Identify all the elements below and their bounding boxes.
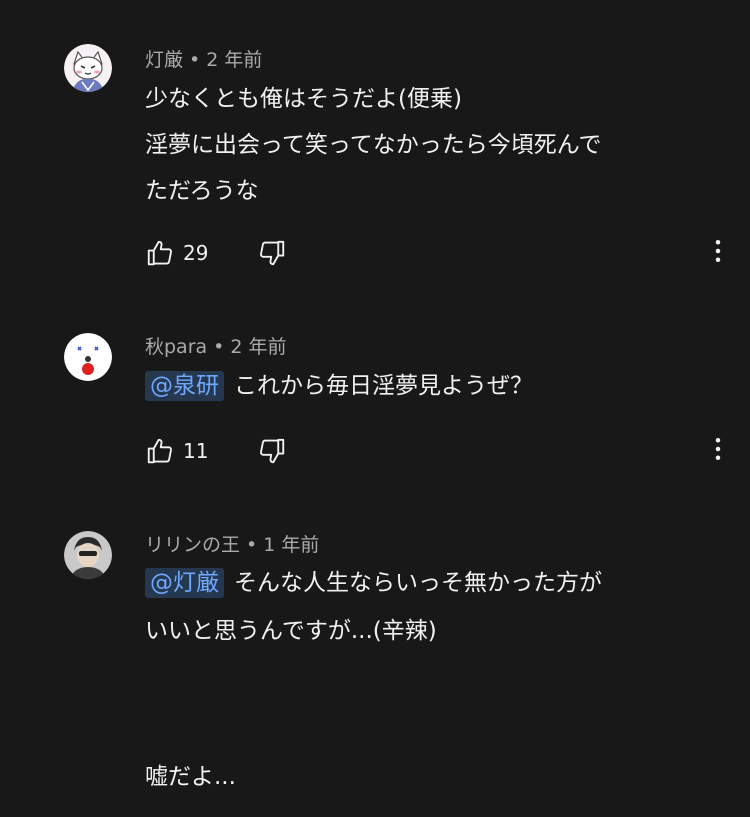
- like-count: 11: [183, 439, 209, 463]
- thumbs-down-icon: [260, 438, 285, 464]
- like-count: 29: [183, 241, 209, 265]
- avatar[interactable]: [64, 44, 112, 92]
- character-avatar-icon: [64, 531, 112, 579]
- comment-meta: 灯厳 • 2 年前: [145, 48, 262, 72]
- dislike-button[interactable]: [257, 238, 287, 272]
- comment-text-line: @灯厳 そんな人生ならいっそ無かった方が: [145, 568, 602, 598]
- meta-separator: •: [246, 534, 258, 556]
- comment-text-line: ただろうな: [145, 178, 259, 204]
- avatar[interactable]: [64, 531, 112, 579]
- comment-text-line: @泉研 これから毎日淫夢見ようぜ？: [145, 371, 533, 401]
- comment-text-line: いいと思うんですが...(辛辣): [145, 618, 437, 644]
- comment-time[interactable]: 2 年前: [230, 336, 286, 358]
- comment-actions: 29: [145, 238, 735, 268]
- comment-actions: 11: [145, 436, 735, 466]
- comment-text-line: 少なくとも俺はそうだよ(便乗): [145, 86, 462, 112]
- comment-text: そんな人生ならいっそ無かった方が: [234, 570, 602, 596]
- comment-text-line: 淫夢に出会って笑ってなかったら今頃死んで: [145, 132, 602, 158]
- like-button[interactable]: [145, 436, 175, 470]
- author-name[interactable]: リリンの王: [145, 534, 240, 556]
- author-name[interactable]: 灯厳: [145, 49, 183, 71]
- comment-text: これから毎日淫夢見ようぜ？: [234, 373, 533, 399]
- more-actions-button[interactable]: [703, 434, 733, 468]
- comment-time[interactable]: 2 年前: [206, 49, 262, 71]
- author-name[interactable]: 秋para: [145, 336, 207, 358]
- meta-separator: •: [189, 49, 201, 71]
- avatar[interactable]: [64, 333, 112, 381]
- like-button[interactable]: [145, 238, 175, 272]
- thumbs-up-icon: [147, 438, 172, 464]
- comment-meta: リリンの王 • 1 年前: [145, 533, 319, 557]
- thumbs-down-icon: [260, 240, 285, 266]
- thumbs-up-icon: [147, 240, 172, 266]
- cat-avatar-icon: [64, 44, 112, 92]
- comment-meta: 秋para • 2 年前: [145, 335, 287, 359]
- more-vertical-icon: [715, 438, 721, 460]
- meta-separator: •: [213, 336, 225, 358]
- dislike-button[interactable]: [257, 436, 287, 470]
- face-avatar-icon: [64, 333, 112, 381]
- more-vertical-icon: [715, 240, 721, 262]
- mention-link[interactable]: @泉研: [145, 371, 224, 401]
- comment-time[interactable]: 1 年前: [263, 534, 319, 556]
- more-actions-button[interactable]: [703, 236, 733, 270]
- mention-link[interactable]: @灯厳: [145, 568, 224, 598]
- comment-text-line: 嘘だよ...: [145, 764, 236, 790]
